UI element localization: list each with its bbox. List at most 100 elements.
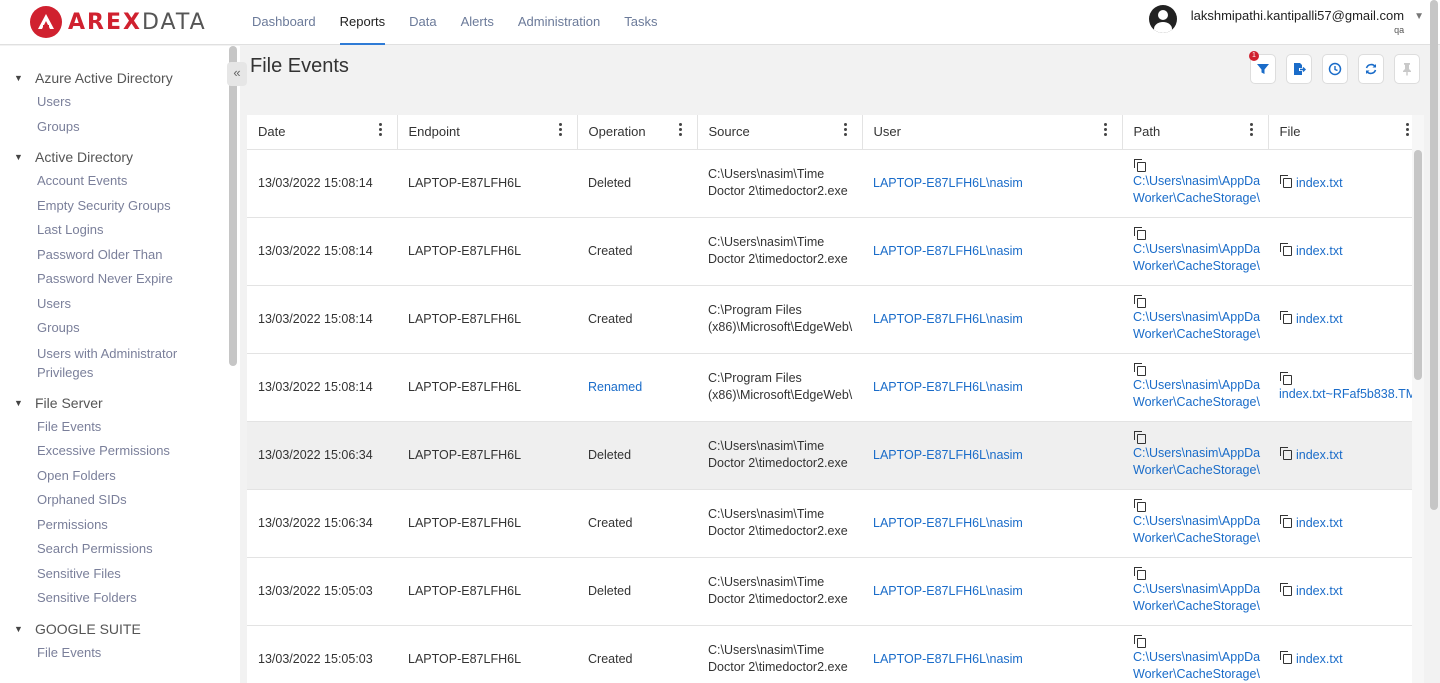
path-link[interactable]: C:\Users\nasim\AppDa (1133, 241, 1268, 258)
user-avatar-icon[interactable] (1148, 5, 1177, 33)
filter-button[interactable]: 1 (1249, 51, 1276, 84)
user-menu[interactable]: lakshmipathi.kantipalli57@gmail.com qa ▼ (1148, 5, 1424, 35)
column-menu-icon[interactable] (1406, 123, 1410, 137)
chevron-down-icon[interactable]: ▼ (1414, 11, 1424, 22)
export-button[interactable] (1286, 54, 1312, 84)
sidebar-section-header[interactable]: ▼ File Server (14, 391, 240, 415)
file-link[interactable]: index.txt~RFaf5b838.TM (1279, 387, 1416, 401)
sidebar-item-sensitive-folders[interactable]: Sensitive Folders (14, 586, 240, 611)
sidebar-item-password-older-than[interactable]: Password Older Than (14, 243, 240, 268)
copy-icon[interactable] (1134, 295, 1146, 308)
column-menu-icon[interactable] (379, 123, 383, 137)
column-menu-icon[interactable] (1250, 123, 1254, 137)
file-link[interactable]: index.txt (1296, 176, 1343, 190)
path-link[interactable]: C:\Users\nasim\AppDa (1133, 513, 1268, 530)
column-menu-icon[interactable] (559, 123, 563, 137)
column-header-date[interactable]: Date (247, 115, 398, 150)
table-row[interactable]: 13/03/2022 15:08:14 LAPTOP-E87LFH6L Delete… (247, 149, 1424, 218)
sidebar-section-header[interactable]: ▼ Active Directory (14, 145, 240, 169)
cell-user-link[interactable]: LAPTOP-E87LFH6L\nasim (862, 625, 1122, 683)
cell-user-link[interactable]: LAPTOP-E87LFH6L\nasim (862, 149, 1122, 218)
table-scrollbar[interactable] (1414, 150, 1422, 380)
path-link[interactable]: C:\Users\nasim\AppDa (1133, 445, 1268, 462)
cell-user-link[interactable]: LAPTOP-E87LFH6L\nasim (862, 353, 1122, 422)
collapse-sidebar-icon[interactable]: « (227, 62, 247, 86)
copy-icon[interactable] (1134, 363, 1146, 376)
sidebar-item-empty-security-groups[interactable]: Empty Security Groups (14, 194, 240, 219)
file-link[interactable]: index.txt (1296, 448, 1343, 462)
table-row[interactable]: 13/03/2022 15:06:34 LAPTOP-E87LFH6L Create… (247, 489, 1424, 558)
column-header-path[interactable]: Path (1122, 115, 1269, 150)
file-link[interactable]: index.txt (1296, 516, 1343, 530)
file-link[interactable]: index.txt (1296, 652, 1343, 666)
column-menu-icon[interactable] (844, 123, 848, 137)
path-link[interactable]: C:\Users\nasim\AppDa (1133, 377, 1268, 394)
cell-user-link[interactable]: LAPTOP-E87LFH6L\nasim (862, 421, 1122, 490)
column-header-source[interactable]: Source (697, 115, 863, 150)
column-menu-icon[interactable] (1104, 123, 1108, 137)
sidebar-item-account-events[interactable]: Account Events (14, 169, 240, 194)
sidebar-item-file-events[interactable]: File Events (14, 415, 240, 440)
sidebar-item-groups[interactable]: Groups (14, 316, 240, 341)
cell-user-link[interactable]: LAPTOP-E87LFH6L\nasim (862, 557, 1122, 626)
copy-icon[interactable] (1134, 499, 1146, 512)
copy-icon[interactable] (1280, 583, 1292, 596)
nav-data[interactable]: Data (397, 0, 448, 45)
path-link[interactable]: C:\Users\nasim\AppDa (1133, 581, 1268, 598)
arexdata-logo[interactable]: AREXDATA (30, 6, 207, 38)
file-link[interactable]: index.txt (1296, 312, 1343, 326)
copy-icon[interactable] (1134, 431, 1146, 444)
column-header-endpoint[interactable]: Endpoint (397, 115, 578, 150)
sidebar-item-sensitive-files[interactable]: Sensitive Files (14, 562, 240, 587)
path-link-continued[interactable]: Worker\CacheStorage\ (1133, 258, 1268, 275)
file-link[interactable]: index.txt (1296, 244, 1343, 258)
sidebar-item-search-permissions[interactable]: Search Permissions (14, 537, 240, 562)
cell-user-link[interactable]: LAPTOP-E87LFH6L\nasim (862, 285, 1122, 354)
path-link-continued[interactable]: Worker\CacheStorage\ (1133, 190, 1268, 207)
cell-user-link[interactable]: LAPTOP-E87LFH6L\nasim (862, 489, 1122, 558)
nav-alerts[interactable]: Alerts (449, 0, 506, 45)
table-row[interactable]: 13/03/2022 15:08:14 LAPTOP-E87LFH6L Rename… (247, 353, 1424, 422)
table-row[interactable]: 13/03/2022 15:08:14 LAPTOP-E87LFH6L Create… (247, 285, 1424, 354)
table-row[interactable]: 13/03/2022 15:05:03 LAPTOP-E87LFH6L Delete… (247, 557, 1424, 626)
nav-tasks[interactable]: Tasks (612, 0, 669, 45)
sidebar-item-password-never-expire[interactable]: Password Never Expire (14, 267, 240, 292)
nav-administration[interactable]: Administration (506, 0, 612, 45)
sidebar-item-excessive-permissions[interactable]: Excessive Permissions (14, 439, 240, 464)
path-link-continued[interactable]: Worker\CacheStorage\ (1133, 666, 1268, 683)
copy-icon[interactable] (1280, 311, 1292, 324)
sidebar-item-users[interactable]: Users (14, 292, 240, 317)
pin-button[interactable] (1394, 54, 1420, 84)
path-link[interactable]: C:\Users\nasim\AppDa (1133, 309, 1268, 326)
path-link-continued[interactable]: Worker\CacheStorage\ (1133, 530, 1268, 547)
copy-icon[interactable] (1134, 227, 1146, 240)
sidebar-item-open-folders[interactable]: Open Folders (14, 464, 240, 489)
refresh-button[interactable] (1358, 54, 1384, 84)
copy-icon[interactable] (1280, 651, 1292, 664)
sidebar-section-header[interactable]: ▼ Azure Active Directory (14, 66, 240, 90)
path-link-continued[interactable]: Worker\CacheStorage\ (1133, 598, 1268, 615)
column-header-file[interactable]: File (1268, 115, 1424, 150)
file-link[interactable]: index.txt (1296, 584, 1343, 598)
page-scrollbar[interactable] (1430, 0, 1438, 510)
sidebar-scrollbar[interactable] (229, 46, 237, 366)
nav-reports[interactable]: Reports (328, 0, 398, 45)
schedule-button[interactable] (1322, 54, 1348, 84)
sidebar-item-orphaned-sids[interactable]: Orphaned SIDs (14, 488, 240, 513)
sidebar-item-file-events[interactable]: File Events (14, 641, 240, 666)
sidebar-item-users-with-administrator-privileges[interactable]: Users with Administrator Privileges (14, 341, 204, 385)
sidebar-item-users[interactable]: Users (14, 90, 240, 115)
cell-operation[interactable]: Renamed (577, 353, 697, 422)
table-row[interactable]: 13/03/2022 15:08:14 LAPTOP-E87LFH6L Create… (247, 217, 1424, 286)
path-link[interactable]: C:\Users\nasim\AppDa (1133, 173, 1268, 190)
sidebar-item-last-logins[interactable]: Last Logins (14, 218, 240, 243)
path-link-continued[interactable]: Worker\CacheStorage\ (1133, 394, 1268, 411)
nav-dashboard[interactable]: Dashboard (240, 0, 328, 45)
copy-icon[interactable] (1134, 567, 1146, 580)
cell-user-link[interactable]: LAPTOP-E87LFH6L\nasim (862, 217, 1122, 286)
column-header-user[interactable]: User (862, 115, 1123, 150)
copy-icon[interactable] (1280, 447, 1292, 460)
table-row[interactable]: 13/03/2022 15:05:03 LAPTOP-E87LFH6L Create… (247, 625, 1424, 683)
sidebar-item-permissions[interactable]: Permissions (14, 513, 240, 538)
table-row[interactable]: 13/03/2022 15:06:34 LAPTOP-E87LFH6L Delete… (247, 421, 1424, 490)
